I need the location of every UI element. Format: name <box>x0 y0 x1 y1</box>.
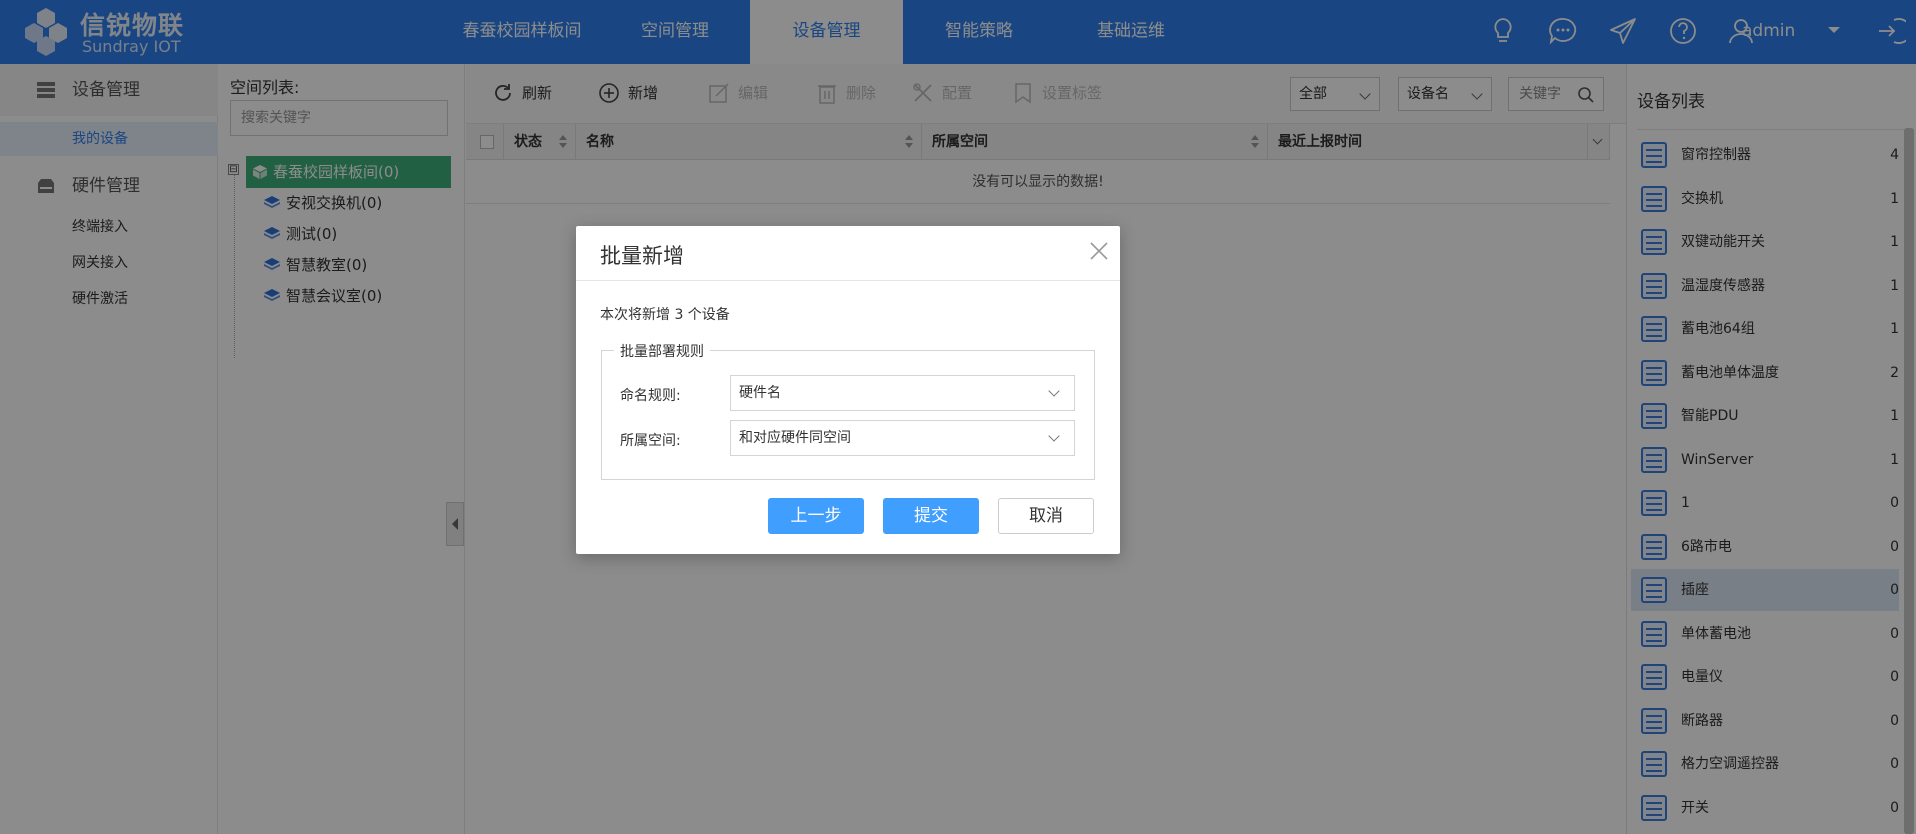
dialog-title: 批量新增 <box>600 244 684 268</box>
naming-rule-select[interactable]: 硬件名 <box>730 375 1075 411</box>
chevron-down-icon <box>1048 430 1060 442</box>
dialog-divider <box>576 280 1120 281</box>
naming-rule-label: 命名规则: <box>620 388 681 404</box>
submit-button[interactable]: 提交 <box>883 498 979 534</box>
cancel-button[interactable]: 取消 <box>998 498 1094 534</box>
space-label: 所属空间: <box>620 433 681 449</box>
space-value: 和对应硬件同空间 <box>739 430 851 446</box>
fieldset-legend: 批量部署规则 <box>614 341 710 361</box>
batch-add-dialog: 批量新增 本次将新增 3 个设备 批量部署规则 命名规则: 硬件名 所属空间: … <box>576 226 1120 554</box>
space-select[interactable]: 和对应硬件同空间 <box>730 420 1075 456</box>
dialog-info-text: 本次将新增 3 个设备 <box>600 307 730 323</box>
previous-step-button[interactable]: 上一步 <box>768 498 864 534</box>
chevron-down-icon <box>1048 385 1060 397</box>
close-icon[interactable] <box>1088 240 1110 262</box>
deploy-rules-fieldset: 批量部署规则 命名规则: 硬件名 所属空间: 和对应硬件同空间 <box>601 341 1095 480</box>
naming-rule-value: 硬件名 <box>739 385 781 401</box>
